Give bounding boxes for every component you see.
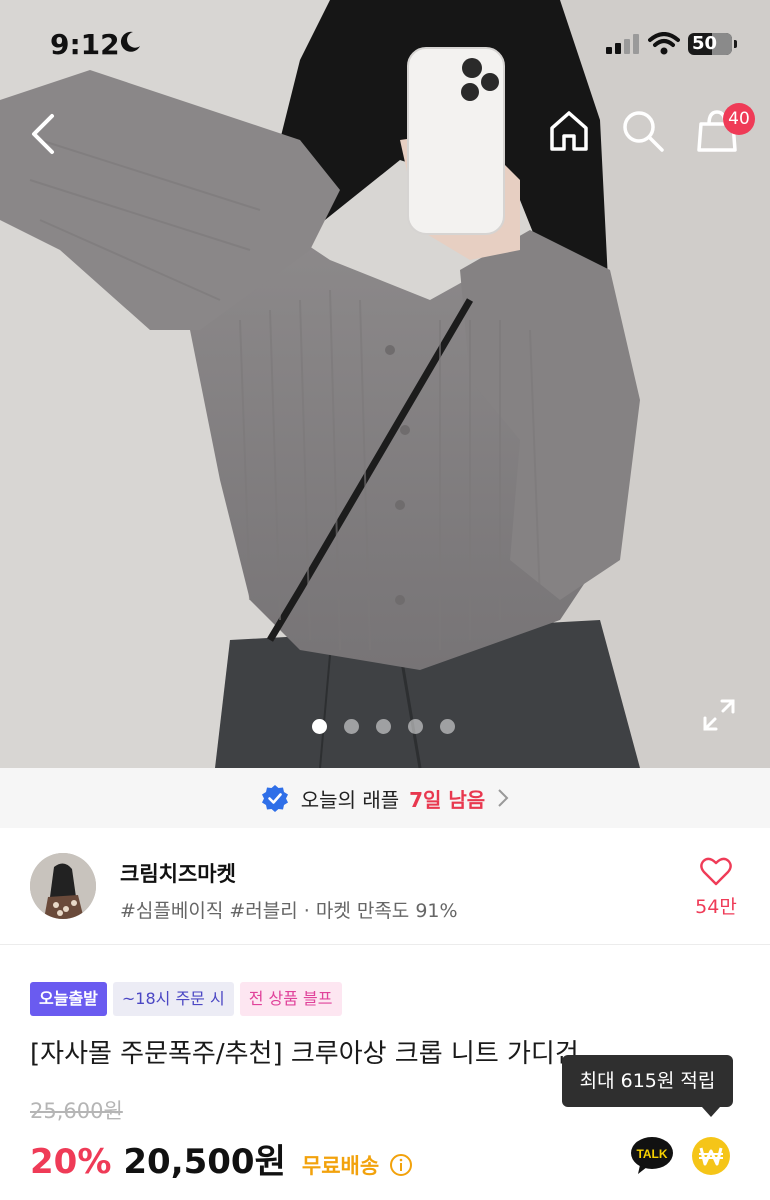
raffle-label: 오늘의 래플 xyxy=(300,787,400,812)
shop-meta: #심플베이직 #러블리 · 마켓 만족도 91% xyxy=(120,900,458,922)
status-bar: 9:12 50 xyxy=(0,0,770,90)
pagination-dot[interactable] xyxy=(408,719,423,734)
pagination-dot[interactable] xyxy=(440,719,455,734)
free-shipping-label: 무료배송 xyxy=(301,1154,380,1178)
shop-name[interactable]: 크림치즈마켓 xyxy=(120,858,236,888)
search-icon[interactable] xyxy=(620,108,666,154)
product-image-gallery[interactable]: 9:12 50 40 xyxy=(0,0,770,768)
discount-rate: 20% xyxy=(30,1142,112,1182)
shop-avatar[interactable] xyxy=(30,853,96,919)
price-row: 20% 20,500원 무료배송 xyxy=(30,1134,413,1183)
battery-level: 50 xyxy=(692,33,718,54)
verified-check-icon xyxy=(261,785,288,812)
favorite-shop-button[interactable]: 54만 xyxy=(684,856,748,919)
promo-badge: 전 상품 블프 xyxy=(239,982,342,1016)
raffle-banner[interactable]: 오늘의 래플 7일 남음 xyxy=(0,768,770,828)
pagination-dot[interactable] xyxy=(376,719,391,734)
shop-info[interactable]: 크림치즈마켓 #심플베이직 #러블리 · 마켓 만족도 91% 54만 xyxy=(0,828,770,945)
battery-indicator: 50 xyxy=(688,33,737,55)
avatar-image xyxy=(30,853,96,919)
heart-icon[interactable] xyxy=(700,856,732,886)
expand-icon[interactable] xyxy=(702,698,736,732)
cart-count-badge: 40 xyxy=(723,103,755,135)
status-time: 9:12 xyxy=(50,28,120,61)
gallery-pagination xyxy=(312,719,455,734)
signal-icon xyxy=(606,34,639,54)
today-shipping-badge: 오늘출발 xyxy=(30,982,107,1016)
svg-text:TALK: TALK xyxy=(636,1147,667,1161)
moon-icon xyxy=(120,31,140,52)
kakao-talk-icon[interactable]: TALK xyxy=(630,1135,674,1175)
sale-price: 20,500원 xyxy=(123,1142,286,1182)
raffle-remaining: 7일 남음 xyxy=(409,787,486,812)
product-title: [자사몰 주문폭주/추천] 크루아상 크롭 니트 가디건 xyxy=(30,1039,579,1069)
original-price: 25,600원 xyxy=(30,1099,123,1123)
back-icon[interactable] xyxy=(28,112,60,156)
pagination-dot-active[interactable] xyxy=(312,719,327,734)
points-coin-icon[interactable] xyxy=(690,1135,732,1177)
info-icon[interactable] xyxy=(389,1153,413,1177)
pagination-dot[interactable] xyxy=(344,719,359,734)
points-tooltip: 최대 615원 적립 xyxy=(562,1055,733,1117)
chevron-right-icon xyxy=(498,789,509,807)
home-icon[interactable] xyxy=(546,108,592,154)
wifi-icon xyxy=(648,32,680,55)
favorite-count: 54만 xyxy=(695,896,737,918)
product-badges: 오늘출발 ~18시 주문 시 전 상품 블프 xyxy=(30,982,342,1016)
order-cutoff-badge: ~18시 주문 시 xyxy=(112,982,234,1016)
